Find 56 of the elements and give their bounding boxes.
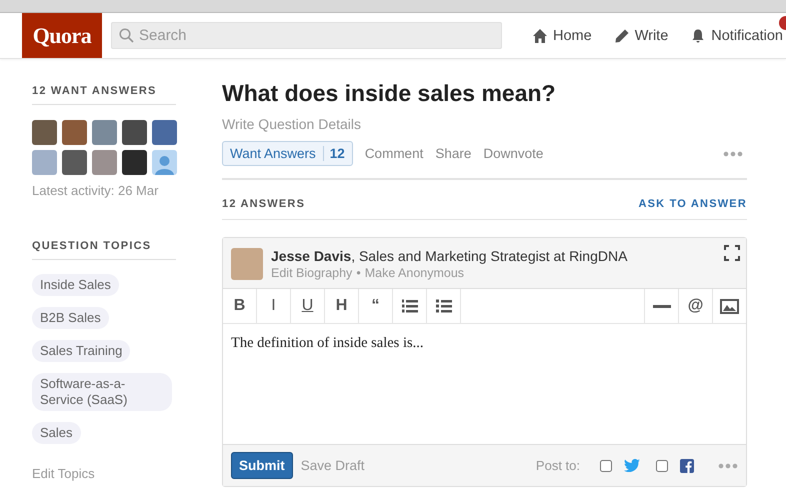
horizontal-rule-icon [652, 304, 670, 308]
pencil-icon [614, 28, 630, 44]
photo-placeholder[interactable] [122, 150, 147, 175]
save-draft-link[interactable]: Save Draft [300, 458, 365, 473]
post-to-label: Post to: [536, 458, 580, 473]
want-answers-button[interactable]: Want Answers 12 [222, 141, 353, 166]
author-byline: Jesse Davis, Sales and Marketing Strategist at RingDNA [271, 248, 628, 264]
topic-tag[interactable]: Sales [32, 422, 81, 444]
home-icon [532, 28, 548, 44]
bullet-list-icon [436, 299, 452, 313]
photo-placeholder[interactable] [32, 150, 57, 175]
photo-placeholder[interactable] [62, 120, 87, 145]
nav-link[interactable]: Home [532, 28, 592, 44]
action-link[interactable]: Comment [364, 146, 424, 161]
share-checkbox[interactable] [656, 460, 668, 472]
answers-count: 12 ANSWERS [222, 198, 306, 210]
more-icon[interactable] [718, 462, 738, 468]
photo-placeholder[interactable] [92, 120, 117, 145]
answer-text[interactable]: The definition of inside sales is... [223, 324, 746, 444]
photo-placeholder[interactable] [62, 150, 87, 175]
topic-tag[interactable]: Sales Training [32, 340, 130, 362]
topic-tag[interactable]: B2B Sales [32, 307, 109, 329]
topic-tag[interactable]: Software-as-a-Service (SaaS) [32, 373, 172, 411]
logo[interactable]: Quora [22, 13, 102, 58]
section-title: 12 WANT ANSWERS [32, 85, 176, 105]
action-link[interactable]: Downvote [483, 146, 544, 161]
editor-link[interactable]: Edit Biography [271, 266, 352, 280]
search-field[interactable]: Search [111, 22, 502, 49]
image-icon [720, 298, 739, 314]
submit-button[interactable]: Submit [231, 452, 293, 479]
bird-icon [624, 459, 640, 472]
nav-link[interactable]: Write [614, 28, 668, 44]
question-details-link[interactable]: Write Question Details [222, 116, 362, 132]
facebook-icon [680, 458, 694, 472]
photo-placeholder[interactable] [32, 120, 57, 145]
ask-to-answer-link[interactable]: ASK TO ANSWER [638, 198, 747, 210]
latest-activity: Latest activity: 26 Mar [32, 183, 160, 198]
expand-icon[interactable] [724, 245, 740, 261]
section-title: QUESTION TOPICS [32, 240, 176, 260]
photo-placeholder[interactable] [92, 150, 117, 175]
photo-placeholder[interactable] [152, 120, 177, 145]
photo-placeholder [231, 248, 263, 280]
action-link[interactable]: Share [435, 146, 472, 161]
topic-tag[interactable]: Inside Sales [32, 274, 119, 296]
separator-dot: • [356, 266, 361, 280]
share-checkbox[interactable] [600, 460, 612, 472]
editor-link[interactable]: Make Anonymous [364, 266, 464, 280]
question-title: What does inside sales mean? [222, 79, 557, 107]
more-icon[interactable] [723, 150, 743, 156]
edit-topics-link[interactable]: Edit Topics [32, 466, 95, 481]
search-icon [119, 28, 134, 43]
nav-link[interactable]: Notification [690, 28, 783, 44]
avatar-silhouette[interactable] [152, 150, 177, 175]
bell-icon [690, 28, 706, 44]
photo-placeholder[interactable] [122, 120, 147, 145]
numbered-list-icon [402, 298, 418, 314]
